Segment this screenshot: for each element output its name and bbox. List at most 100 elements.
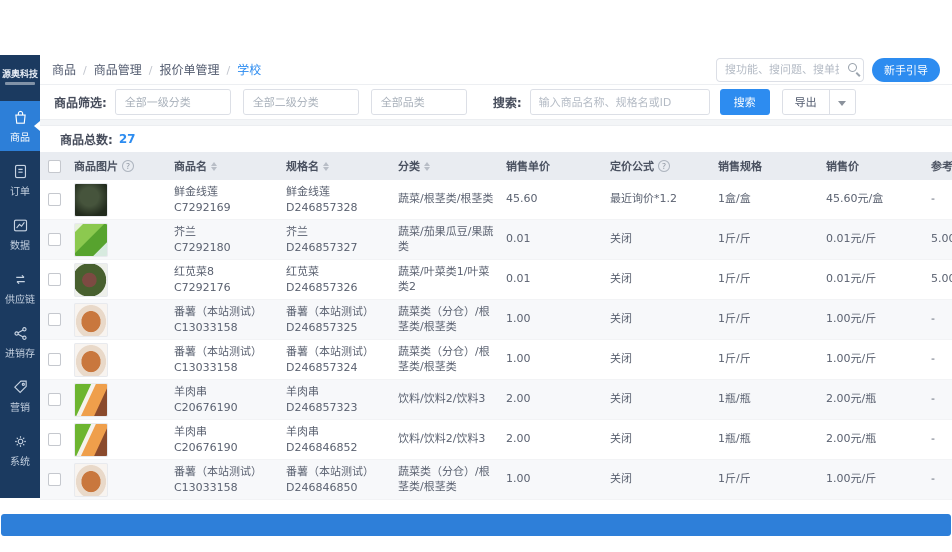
- product-name-cell: 红苋菜8 C7292176: [168, 264, 280, 295]
- ref-cost-cell: -: [931, 432, 935, 446]
- spec-name: 芥兰: [286, 225, 308, 239]
- table-row[interactable]: 红苋菜8 C7292176 红苋菜 D246857326 蔬菜/叶菜类1/叶菜类…: [40, 260, 952, 300]
- column-header-name[interactable]: 商品名: [168, 158, 280, 174]
- product-image[interactable]: [74, 222, 108, 257]
- product-image[interactable]: [74, 462, 108, 497]
- product-name: 羊肉串: [174, 385, 207, 399]
- export-button[interactable]: 导出: [781, 89, 830, 115]
- table-row[interactable]: 羊肉串 C20676190 羊肉串 D246857323 饮料/饮料2/饮料3 …: [40, 380, 952, 420]
- sale-spec-cell: 1瓶/瓶: [718, 392, 751, 406]
- sort-icon[interactable]: [323, 161, 329, 171]
- category-cell: 蔬菜类（分仓）/根茎类/根茎类: [398, 464, 490, 493]
- sidebar-item-orders[interactable]: 订单: [0, 155, 40, 205]
- export-dropdown-button[interactable]: [829, 89, 856, 115]
- category-type-select[interactable]: 全部品类: [370, 89, 467, 115]
- breadcrumb-item-quotation-management[interactable]: 报价单管理: [142, 61, 219, 78]
- global-search-input[interactable]: [716, 57, 864, 82]
- breadcrumb-item-school[interactable]: 学校: [219, 61, 261, 78]
- spec-code: D246857327: [286, 240, 358, 254]
- spec-code: D246857326: [286, 280, 358, 294]
- unit-price-cell: 2.00: [506, 392, 531, 406]
- row-checkbox[interactable]: [47, 233, 61, 246]
- spec-name-cell: 鲜金线莲 D246857328: [280, 184, 392, 215]
- help-icon[interactable]: [658, 160, 670, 172]
- main-content: 商品 商品管理 报价单管理 学校 新手引导 商品筛选: 全部一级分类 全部二级分…: [40, 55, 952, 500]
- row-checkbox[interactable]: [47, 473, 61, 486]
- category-cell: 饮料/饮料2/饮料3: [398, 432, 486, 446]
- product-image[interactable]: [74, 422, 108, 457]
- product-code: C20676190: [174, 440, 238, 454]
- product-image[interactable]: [74, 182, 108, 217]
- column-header-category[interactable]: 分类: [392, 158, 500, 174]
- spec-name-cell: 番薯（本站测试） D246857324: [280, 344, 392, 375]
- sale-price-cell: 0.01元/斤: [826, 272, 877, 286]
- sidebar-item-supply-chain[interactable]: 供应链: [0, 263, 40, 313]
- sidebar-item-goods[interactable]: 商品: [0, 101, 40, 151]
- help-icon[interactable]: [122, 160, 134, 172]
- select-all-cell: [40, 159, 68, 173]
- spec-code: D246846852: [286, 440, 358, 454]
- product-image[interactable]: [74, 342, 108, 377]
- table-row[interactable]: 番薯（本站测试） C13033158 番薯（本站测试） D246857324 蔬…: [40, 340, 952, 380]
- chart-icon: [13, 219, 27, 231]
- sidebar-item-marketing[interactable]: 营销: [0, 371, 40, 421]
- column-header-label: 定价公式: [610, 160, 654, 173]
- unit-price-cell: 0.01: [506, 272, 531, 286]
- sidebar-item-data[interactable]: 数据: [0, 209, 40, 259]
- row-checkbox[interactable]: [47, 353, 61, 366]
- row-checkbox[interactable]: [47, 273, 61, 286]
- table-row[interactable]: 番薯（本站测试） C13033158 番薯（本站测试） D246846850 蔬…: [40, 460, 952, 500]
- sale-price-cell: 1.00元/斤: [826, 472, 877, 486]
- breadcrumb-item-goods-management[interactable]: 商品管理: [76, 61, 142, 78]
- row-checkbox[interactable]: [47, 313, 61, 326]
- product-name: 红苋菜8: [174, 265, 214, 279]
- category-level2-select[interactable]: 全部二级分类: [242, 89, 359, 115]
- sidebar-item-label: 供应链: [5, 294, 35, 306]
- column-header-spec[interactable]: 规格名: [280, 158, 392, 174]
- table-row[interactable]: 番薯（本站测试） C13033158 番薯（本站测试） D246857325 蔬…: [40, 300, 952, 340]
- sale-spec-cell: 1瓶/瓶: [718, 432, 751, 446]
- row-checkbox[interactable]: [47, 193, 61, 206]
- select-all-checkbox[interactable]: [47, 159, 61, 173]
- row-checkbox[interactable]: [47, 393, 61, 406]
- search-button[interactable]: 搜索: [719, 89, 770, 115]
- marketing-icon: [13, 380, 27, 393]
- sidebar-item-inventory[interactable]: 进销存: [0, 317, 40, 367]
- sidebar-item-system[interactable]: 系统: [0, 425, 40, 475]
- product-search-input[interactable]: [529, 89, 710, 115]
- product-image[interactable]: [74, 262, 108, 297]
- sort-icon[interactable]: [211, 161, 217, 171]
- sale-price-cell: 1.00元/斤: [826, 352, 877, 366]
- spec-code: D246857328: [286, 200, 358, 214]
- spec-code: D246857325: [286, 320, 358, 334]
- sort-icon[interactable]: [424, 161, 430, 171]
- product-image-cell: [68, 302, 168, 337]
- product-image[interactable]: [74, 382, 108, 417]
- sale-spec-cell: 1斤/斤: [718, 352, 751, 366]
- category-cell: 饮料/饮料2/饮料3: [398, 392, 486, 406]
- product-name-cell: 番薯（本站测试） C13033158: [168, 304, 280, 335]
- table-row[interactable]: 芥兰 C7292180 芥兰 D246857327 蔬菜/茄果瓜豆/果蔬类 0.…: [40, 220, 952, 260]
- newbie-guide-button[interactable]: 新手引导: [872, 57, 940, 82]
- spec-name: 番薯（本站测试）: [286, 305, 374, 319]
- horizontal-scrollbar[interactable]: [1, 514, 951, 536]
- row-checkbox[interactable]: [47, 433, 61, 446]
- product-image[interactable]: [74, 302, 108, 337]
- table-row[interactable]: 鲜金线莲 C7292169 鲜金线莲 D246857328 蔬菜/根茎类/根茎类…: [40, 180, 952, 220]
- row-checkbox-cell: [40, 233, 68, 246]
- pricing-formula-cell: 关闭: [610, 272, 632, 286]
- logo-text: 源奥科技: [1, 70, 38, 80]
- search-icon[interactable]: [848, 62, 857, 72]
- row-checkbox-cell: [40, 273, 68, 286]
- row-checkbox-cell: [40, 393, 68, 406]
- sale-price-cell: 1.00元/斤: [826, 312, 877, 326]
- product-name-cell: 芥兰 C7292180: [168, 224, 280, 255]
- breadcrumb-item-goods[interactable]: 商品: [52, 61, 76, 78]
- pricing-formula-cell: 关闭: [610, 232, 632, 246]
- product-image-cell: [68, 342, 168, 377]
- ref-cost-cell: -: [931, 392, 935, 406]
- spec-name: 番薯（本站测试）: [286, 465, 374, 479]
- app-window: 源奥科技 商品 订单 数据 供应链 进销存 营销 系统 商品 / 商品管理 / …: [0, 0, 952, 552]
- category-level1-select[interactable]: 全部一级分类: [114, 89, 231, 115]
- table-row[interactable]: 羊肉串 C20676190 羊肉串 D246846852 饮料/饮料2/饮料3 …: [40, 420, 952, 460]
